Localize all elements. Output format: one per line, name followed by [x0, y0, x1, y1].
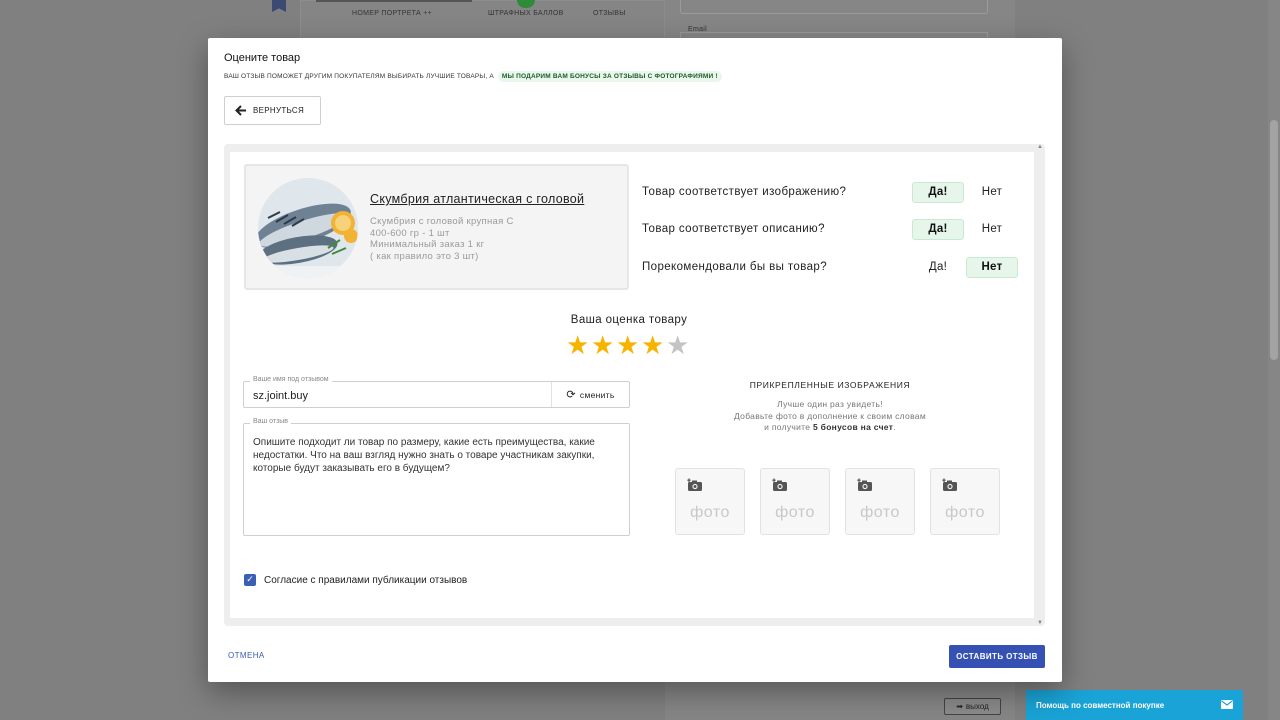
star-rating[interactable]: ★ ★ ★ ★ ★ [566, 332, 689, 360]
page-scrollbar[interactable] [1268, 0, 1280, 720]
photo-upload-slot[interactable]: фото [930, 468, 1000, 535]
answer-no-button[interactable]: Нет [966, 182, 1018, 203]
attachments-hint-line: Лучше один раз увидеть! [777, 399, 883, 409]
consent-checkbox-row[interactable]: ✓ Согласие с правилами публикации отзыво… [244, 574, 467, 586]
bookmark-icon [272, 0, 286, 12]
question-text: Порекомендовали бы вы товар? [642, 261, 827, 273]
back-button[interactable]: ВЕРНУТЬСЯ [224, 96, 321, 125]
hint-text: и получите [764, 422, 813, 432]
help-chat-label: Помощь по совместной покупке [1036, 700, 1165, 710]
add-photo-icon [942, 478, 957, 491]
dialog-subtitle: ВАШ ОТЗЫВ ПОМОЖЕТ ДРУГИМ ПОКУПАТЕЛЯМ ВЫБ… [224, 71, 722, 82]
product-name-link[interactable]: Скумбрия атлантическая с головой [370, 192, 584, 206]
product-description: Скумбрия с головой крупная С 400-600 гр … [370, 216, 514, 262]
star-icon[interactable]: ★ [591, 332, 614, 360]
photo-slot-label: фото [860, 504, 900, 521]
product-desc-line: ( как правило это 3 шт) [370, 250, 479, 262]
tab-reviews: ОТЗЫВЫ [593, 10, 626, 17]
attachments-hint-line: Добавьте фото в дополнение к своим слова… [734, 410, 926, 421]
dialog-title: Оцените товар [224, 52, 301, 64]
star-icon[interactable]: ★ [641, 332, 664, 360]
scroll-up-arrow-icon[interactable]: ▲ [1037, 144, 1043, 150]
help-chat-bar[interactable]: Помощь по совместной покупке [1026, 690, 1243, 720]
star-icon[interactable]: ★ [616, 332, 639, 360]
review-label: Ваш отзыв [250, 418, 292, 425]
profile-tabs-card [300, 0, 665, 40]
email-label: Email [688, 26, 708, 33]
refresh-icon: ⟳ [566, 388, 576, 401]
tab-portrait: НОМЕР ПОРТРЕТА ++ [352, 10, 432, 17]
attachments-hint: Лучше один раз увидеть! Добавьте фото в … [646, 399, 1014, 434]
submit-review-button[interactable]: ОСТАВИТЬ ОТЗЫВ [949, 645, 1045, 668]
question-text: Товар соответствует изображению? [642, 186, 847, 198]
cancel-button[interactable]: ОТМЕНА [228, 651, 265, 660]
photo-upload-slot[interactable]: фото [675, 468, 745, 535]
attachments-title: ПРИКРЕПЛЕННЫЕ ИЗОБРАЖЕНИЯ [749, 380, 911, 390]
reviewer-name-value: sz.joint.buy [253, 390, 309, 402]
reviewer-name-label: Ваше имя под отзывом [250, 376, 332, 383]
attachments-hint-line: и получите 5 бонусов на счет. [646, 422, 1014, 434]
checkbox-checked-icon[interactable]: ✓ [244, 574, 256, 586]
exit-label: выход [965, 702, 989, 711]
question-text: Товар соответствует описанию? [642, 223, 825, 235]
product-desc-line: Минимальный заказ 1 кг [370, 239, 485, 250]
tab-penalty-points: ШТРАФНЫХ БАЛЛОВ [488, 10, 564, 17]
answer-yes-button[interactable]: Да! [912, 218, 964, 240]
answer-no-button[interactable]: Нет [966, 219, 1018, 240]
answer-yes-button[interactable]: Да! [912, 181, 964, 203]
product-image [258, 178, 358, 278]
review-placeholder: Опишите подходит ли товар по размеру, ка… [253, 437, 595, 474]
mail-icon [1221, 699, 1233, 711]
product-card: Скумбрия атлантическая с головой Скумбри… [244, 164, 629, 290]
photo-upload-slot[interactable]: фото [760, 468, 830, 535]
answer-yes-button[interactable]: Да! [912, 257, 964, 278]
arrow-left-icon [235, 104, 247, 118]
exit-icon: ➡ [956, 702, 963, 711]
hint-text: . [893, 422, 896, 432]
rating-title: Ваша оценка товару [570, 314, 688, 326]
add-photo-icon [687, 478, 702, 491]
question-matches-image: Товар соответствует изображению? Да! Нет [642, 181, 1022, 203]
product-desc-line: Скумбрия с головой крупная С [370, 216, 514, 227]
add-photo-icon [857, 478, 872, 491]
photo-upload-slot[interactable]: фото [845, 468, 915, 535]
star-icon[interactable]: ★ [666, 332, 689, 360]
star-icon[interactable]: ★ [566, 332, 589, 360]
question-matches-description: Товар соответствует описанию? Да! Нет [642, 218, 1022, 240]
reviewer-name-field[interactable]: Ваше имя под отзывом sz.joint.buy ⟳ смен… [243, 376, 630, 408]
phone-input [680, 0, 988, 14]
bonus-amount: 5 бонусов на счет [812, 422, 894, 432]
photo-slot-label: фото [945, 504, 985, 521]
review-form-frame: Скумбрия атлантическая с головой Скумбри… [224, 144, 1045, 626]
photo-slot-label: фото [690, 504, 730, 521]
photo-slot-label: фото [775, 504, 815, 521]
question-recommend: Порекомендовали бы вы товар? Да! Нет [642, 256, 1022, 278]
answer-no-button[interactable]: Нет [966, 256, 1018, 278]
exit-button: ➡ выход [944, 698, 1001, 715]
bonus-badge: МЫ ПОДАРИМ ВАМ БОНУСЫ ЗА ОТЗЫВЫ С ФОТОГР… [497, 71, 722, 82]
change-name-button[interactable]: ⟳ сменить [551, 382, 629, 407]
back-label: ВЕРНУТЬСЯ [253, 106, 305, 115]
scrollbar-thumb[interactable] [1270, 120, 1278, 360]
add-photo-icon [772, 478, 787, 491]
product-desc-line: 400-600 гр - 1 шт [370, 227, 450, 239]
active-tab-indicator [316, 0, 472, 2]
review-form: Скумбрия атлантическая с головой Скумбри… [230, 152, 1034, 618]
change-name-label: сменить [579, 389, 615, 400]
subtitle-text: ВАШ ОТЗЫВ ПОМОЖЕТ ДРУГИМ ПОКУПАТЕЛЯМ ВЫБ… [224, 73, 494, 80]
consent-label: Согласие с правилами публикации отзывов [264, 574, 468, 586]
rate-product-dialog: Оцените товар ВАШ ОТЗЫВ ПОМОЖЕТ ДРУГИМ П… [208, 38, 1062, 682]
scroll-down-arrow-icon[interactable]: ▼ [1037, 620, 1043, 626]
review-textarea[interactable]: Ваш отзыв Опишите подходит ли товар по р… [243, 418, 630, 536]
